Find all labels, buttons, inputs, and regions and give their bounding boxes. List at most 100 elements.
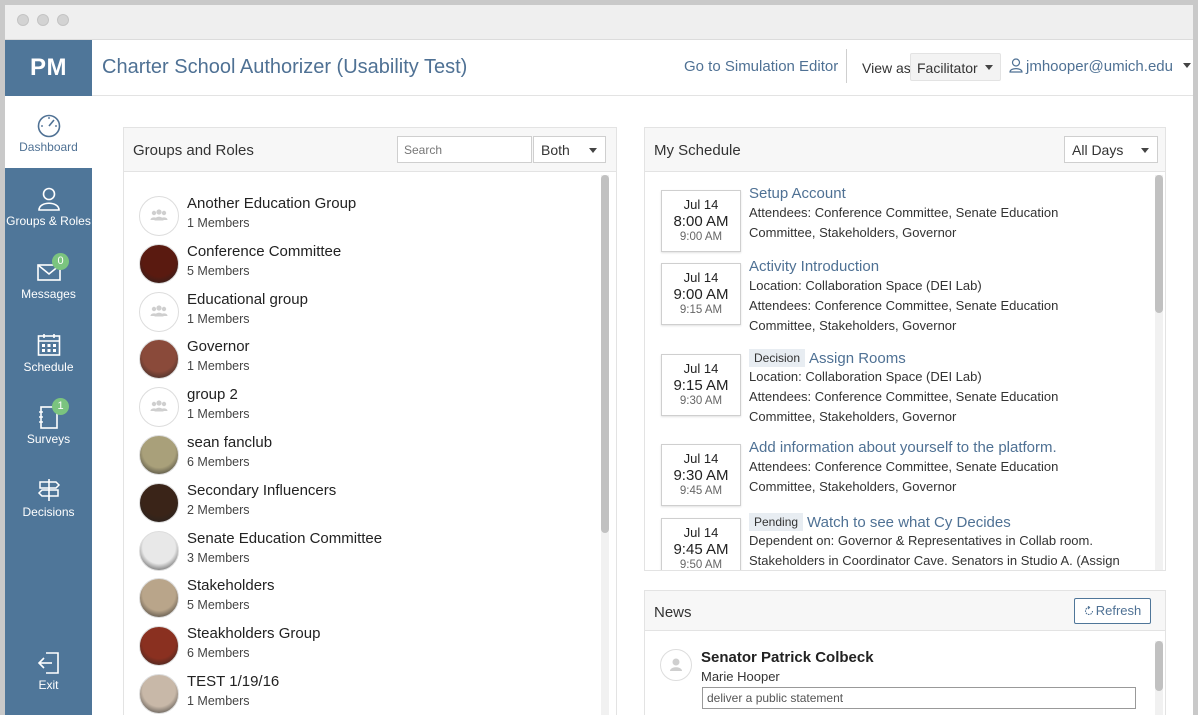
signpost-icon [37,479,60,501]
group-name: Stakeholders [187,577,275,595]
event-title[interactable]: Watch to see what Cy Decides [807,514,1011,531]
event-day: Jul 14 [683,361,719,376]
event-title[interactable]: Setup Account [749,185,846,202]
event-title-row[interactable]: Decision Assign Rooms [749,349,906,367]
event-title-row[interactable]: Pending Watch to see what Cy Decides [749,513,1011,531]
window-close-button[interactable] [17,14,29,26]
group-people-icon [150,304,168,317]
schedule-day-filter-value: All Days [1072,142,1124,158]
sidebar-item-label: Messages [21,287,76,301]
event-date-box: Jul 14 9:00 AM 9:15 AM [661,263,741,325]
event-title[interactable]: Add information about yourself to the pl… [749,439,1057,456]
event-end-time: 9:45 AM [679,485,723,497]
group-name: Secondary Influencers [187,481,337,499]
avatar-placeholder-icon [670,658,682,671]
news-scrollbar[interactable] [1155,641,1163,715]
event-day: Jul 14 [683,270,719,285]
group-member-count: 5 Members [187,598,250,613]
view-as-label: View as: [862,60,915,76]
event-detail-line: Attendees: Conference Committee, Senate … [749,459,1059,474]
news-item-input[interactable]: deliver a public statement [702,687,1136,709]
groups-scrollbar[interactable] [601,175,609,715]
group-member-count: 5 Members [187,263,250,278]
group-people-icon [150,209,168,221]
event-start-time: 9:30 AM [673,467,729,484]
event-title-row[interactable]: Activity Introduction [749,258,879,275]
sidebar-item-label: Schedule [23,360,74,374]
news-item-author: Marie Hooper [701,669,780,684]
schedule-panel-header: My Schedule All Days [645,128,1165,172]
sidebar-item-messages[interactable]: Messages 0 [5,253,92,331]
group-search-input[interactable] [397,136,532,163]
schedule-panel: My Schedule All Days Jul 14 8:00 AM 9:00 A… [644,127,1166,571]
sidebar-item-label: Groups & Roles [6,214,91,228]
event-end-time: 9:30 AM [679,395,723,407]
group-list-item[interactable]: Another Education Group 1 Members [139,192,579,240]
event-title[interactable]: Activity Introduction [749,258,879,275]
sidebar-item-decisions[interactable]: Decisions [5,477,92,549]
surveys-count-badge: 1 [52,398,69,415]
group-list-item[interactable]: Secondary Influencers 2 Members [139,479,579,527]
window-zoom-button[interactable] [57,14,69,26]
app-logo[interactable]: PM [5,40,92,96]
sidebar-item-label: Dashboard [19,140,78,154]
group-list-item[interactable]: Educational group 1 Members [139,288,579,336]
groups-scrollbar-thumb[interactable] [601,175,609,533]
group-member-count: 1 Members [187,694,250,708]
user-menu[interactable]: jmhooper@umich.edu [1009,58,1192,75]
news-avatar [660,649,692,681]
event-detail-line: Location: Collaboration Space (DEI Lab) [749,369,982,384]
view-as-value: Facilitator [917,60,978,76]
sidebar: Dashboard Groups & Roles Messages 0 Sche… [5,96,92,715]
schedule-scrollbar-thumb[interactable] [1155,175,1163,313]
group-list-item[interactable]: Senate Education Committee 3 Members [139,527,579,575]
group-name: Conference Committee [187,242,342,260]
event-title-row[interactable]: Add information about yourself to the pl… [749,439,1057,456]
sidebar-item-surveys[interactable]: Surveys 1 [5,398,92,476]
schedule-day-filter-select[interactable]: All Days [1064,136,1158,163]
schedule-scrollbar[interactable] [1155,175,1163,570]
group-name: Educational group [187,290,308,308]
event-detail-line: Attendees: Conference Committee, Senate … [749,205,1059,220]
sidebar-item-schedule[interactable]: Schedule [5,332,92,404]
group-name: Steakholders Group [187,625,321,643]
group-name: sean fanclub [187,434,273,451]
user-email: jmhooper@umich.edu [1026,58,1173,75]
event-day: Jul 14 [683,451,719,466]
event-title[interactable]: Assign Rooms [809,350,906,367]
group-avatar [139,435,179,475]
event-start-time: 9:00 AM [673,286,729,303]
group-list-item[interactable]: Governor 1 Members [139,335,579,383]
refresh-button[interactable]: Refresh [1074,598,1151,624]
group-name: TEST 1/19/16 [187,673,280,690]
group-list-item[interactable]: Stakeholders 5 Members [139,574,579,622]
group-member-count: 1 Members [187,311,250,326]
view-as-select[interactable]: Facilitator [910,53,1001,81]
group-filter-select[interactable]: Both [533,136,606,163]
news-scrollbar-thumb[interactable] [1155,641,1163,691]
window-minimize-button[interactable] [37,14,49,26]
sidebar-item-groups-roles[interactable]: Groups & Roles [5,186,92,258]
group-list-item[interactable]: Conference Committee 5 Members [139,240,579,288]
group-member-count: 6 Members [187,646,250,661]
sidebar-item-exit[interactable]: Exit [5,650,92,715]
group-member-count: 3 Members [187,550,250,565]
group-list-item[interactable]: Steakholders Group 6 Members [139,622,579,670]
group-name: Senate Education Committee [187,529,383,547]
event-status-badge: Decision [749,349,806,367]
event-day: Jul 14 [683,525,719,540]
sidebar-item-label: Surveys [26,432,71,446]
group-people-icon [150,400,168,412]
group-name: Governor [187,338,250,356]
event-detail-line: Location: Collaboration Space (DEI Lab) [749,278,982,293]
event-detail-line: Committee, Stakeholders, Governor [749,479,957,494]
simulation-editor-link[interactable]: Go to Simulation Editor [684,58,838,75]
event-title-row[interactable]: Setup Account [749,185,846,202]
event-end-time: 9:00 AM [679,231,723,243]
group-list-item[interactable]: TEST 1/19/16 1 Members [139,670,579,715]
sidebar-item-dashboard[interactable]: Dashboard [5,96,92,168]
group-list-item[interactable]: group 2 1 Members [139,383,579,431]
window-titlebar [5,5,1193,40]
group-list-item[interactable]: sean fanclub 6 Members [139,431,579,479]
user-icon [1009,58,1023,73]
